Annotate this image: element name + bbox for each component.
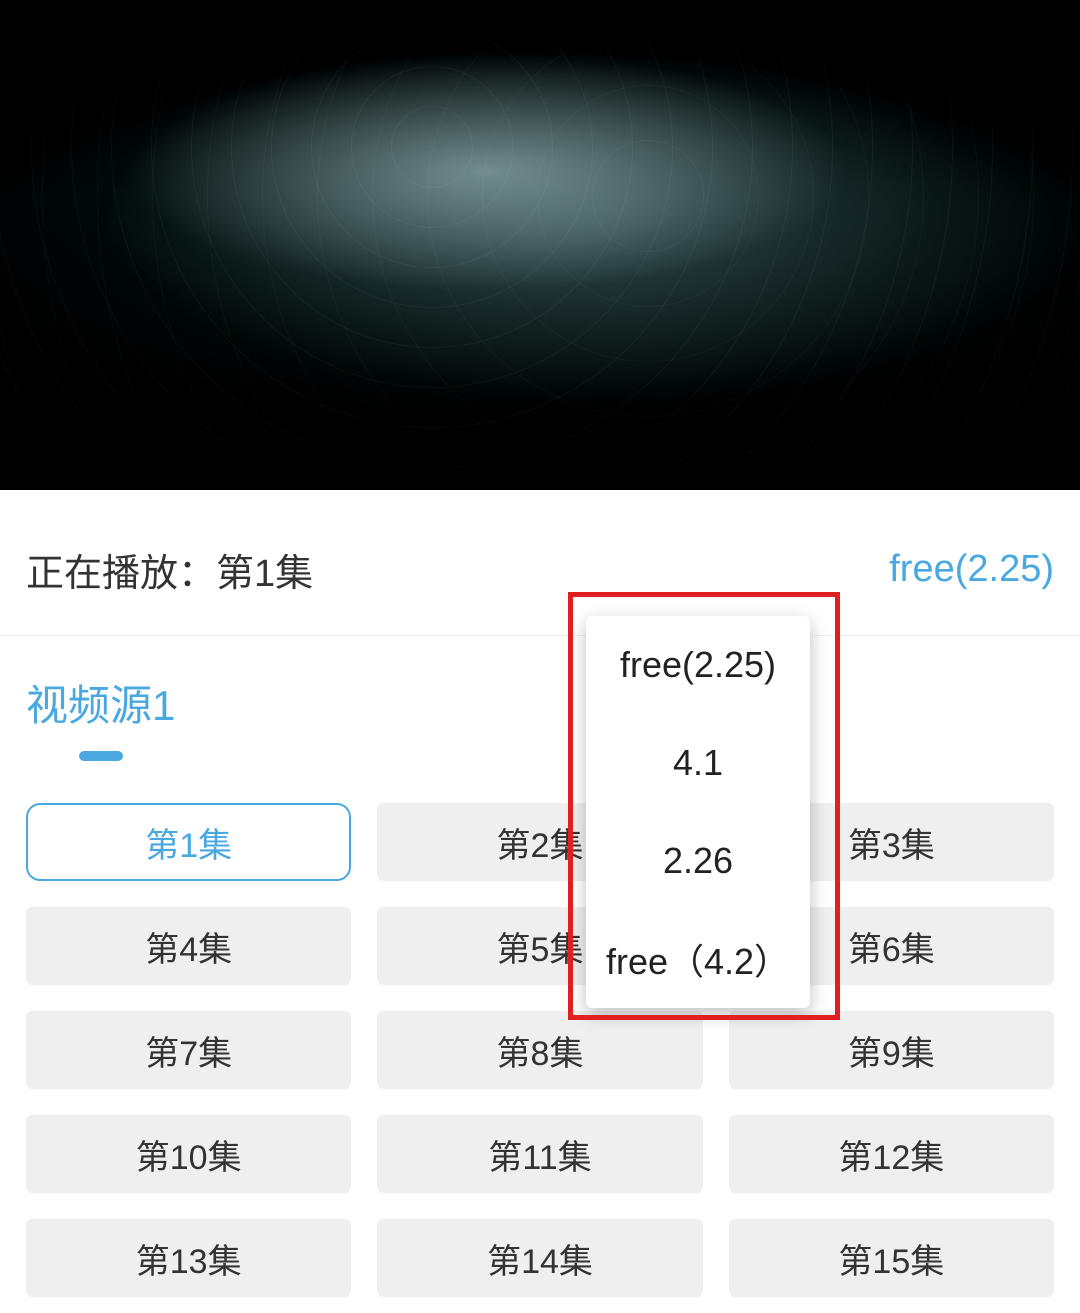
source-tabs: 视频源1 — [0, 636, 1080, 803]
divider — [0, 490, 1080, 508]
source-selector-link[interactable]: free(2.25) — [889, 548, 1054, 591]
episode-button[interactable]: 第7集 — [26, 1011, 351, 1089]
episode-button[interactable]: 第15集 — [729, 1219, 1054, 1297]
episode-button[interactable]: 第8集 — [377, 1011, 702, 1089]
source-option[interactable]: 2.26 — [586, 812, 810, 910]
video-player[interactable] — [0, 0, 1080, 490]
tab-video-source-1[interactable]: 视频源1 — [26, 672, 175, 761]
tab-label: 视频源1 — [26, 672, 175, 733]
video-frame-still — [0, 0, 1080, 490]
tab-underline — [79, 751, 123, 761]
episode-button[interactable]: 第12集 — [729, 1115, 1054, 1193]
now-playing-label: 正在播放：第1集 — [26, 542, 313, 597]
episode-button[interactable]: 第9集 — [729, 1011, 1054, 1089]
source-option[interactable]: 4.1 — [586, 714, 810, 812]
source-option[interactable]: free（4.2） — [586, 910, 810, 1008]
episode-button[interactable]: 第4集 — [26, 907, 351, 985]
episode-button[interactable]: 第13集 — [26, 1219, 351, 1297]
episode-button[interactable]: 第10集 — [26, 1115, 351, 1193]
source-dropdown[interactable]: free(2.25) 4.1 2.26 free（4.2） — [586, 616, 810, 1008]
episode-button[interactable]: 第1集 — [26, 803, 351, 881]
info-bar: 正在播放：第1集 free(2.25) — [0, 508, 1080, 636]
episode-button[interactable]: 第14集 — [377, 1219, 702, 1297]
episode-grid: 第1集 第2集 第3集 第4集 第5集 第6集 第7集 第8集 第9集 第10集… — [0, 803, 1080, 1297]
episode-button[interactable]: 第11集 — [377, 1115, 702, 1193]
source-option[interactable]: free(2.25) — [586, 616, 810, 714]
